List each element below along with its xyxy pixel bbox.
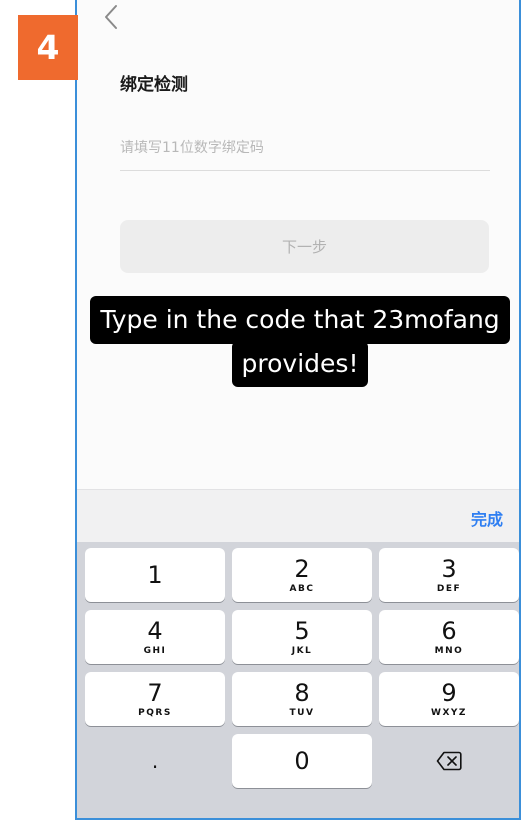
key-0[interactable]: 0	[232, 734, 372, 788]
key-letters: PQRS	[138, 707, 172, 718]
key-digit: 9	[441, 678, 457, 707]
key-9[interactable]: 9 WXYZ	[379, 672, 519, 726]
backspace-icon	[436, 751, 462, 771]
key-6[interactable]: 6 MNO	[379, 610, 519, 664]
delete-key[interactable]	[379, 734, 519, 788]
keyboard-toolbar: 完成	[77, 489, 519, 543]
key-letters: WXYZ	[431, 707, 467, 718]
caption-line-2: provides!	[231, 341, 369, 387]
key-digit: 0	[294, 747, 310, 775]
page-title: 绑定检测	[120, 75, 188, 95]
step-number-badge: 4	[18, 15, 78, 80]
numeric-keyboard: 1 2 ABC 3 DEF 4 GHI 5 JKL 6 MNO 7 PQRS 8…	[77, 542, 519, 818]
key-digit: 5	[294, 616, 310, 645]
key-decimal[interactable]: .	[85, 734, 225, 788]
key-letters: DEF	[436, 583, 462, 594]
key-letters: MNO	[434, 645, 464, 656]
key-digit: 4	[147, 616, 163, 645]
key-digit: 8	[294, 678, 310, 707]
next-step-button[interactable]: 下一步	[120, 220, 489, 273]
key-1[interactable]: 1	[85, 548, 225, 602]
key-letters: GHI	[143, 645, 167, 656]
phone-screen: 绑定检测 下一步 Type in the code that 23mofang …	[75, 0, 521, 820]
key-5[interactable]: 5 JKL	[232, 610, 372, 664]
back-button[interactable]	[99, 2, 123, 32]
instruction-caption: Type in the code that 23mofang provides!	[77, 296, 519, 387]
key-digit: 2	[294, 554, 310, 583]
caption-line-1: Type in the code that 23mofang	[90, 296, 510, 344]
key-digit: 3	[441, 554, 457, 583]
key-4[interactable]: 4 GHI	[85, 610, 225, 664]
key-digit: 1	[147, 561, 163, 589]
key-symbol: .	[151, 749, 159, 773]
key-8[interactable]: 8 TUV	[232, 672, 372, 726]
key-letters: TUV	[289, 707, 315, 718]
key-7[interactable]: 7 PQRS	[85, 672, 225, 726]
key-letters: ABC	[289, 583, 315, 594]
key-3[interactable]: 3 DEF	[379, 548, 519, 602]
key-digit: 6	[441, 616, 457, 645]
chevron-left-icon	[105, 5, 117, 29]
key-digit: 7	[147, 678, 163, 707]
key-2[interactable]: 2 ABC	[232, 548, 372, 602]
key-letters: JKL	[291, 645, 313, 656]
binding-code-input[interactable]	[120, 125, 490, 171]
done-button[interactable]: 完成	[471, 506, 503, 530]
